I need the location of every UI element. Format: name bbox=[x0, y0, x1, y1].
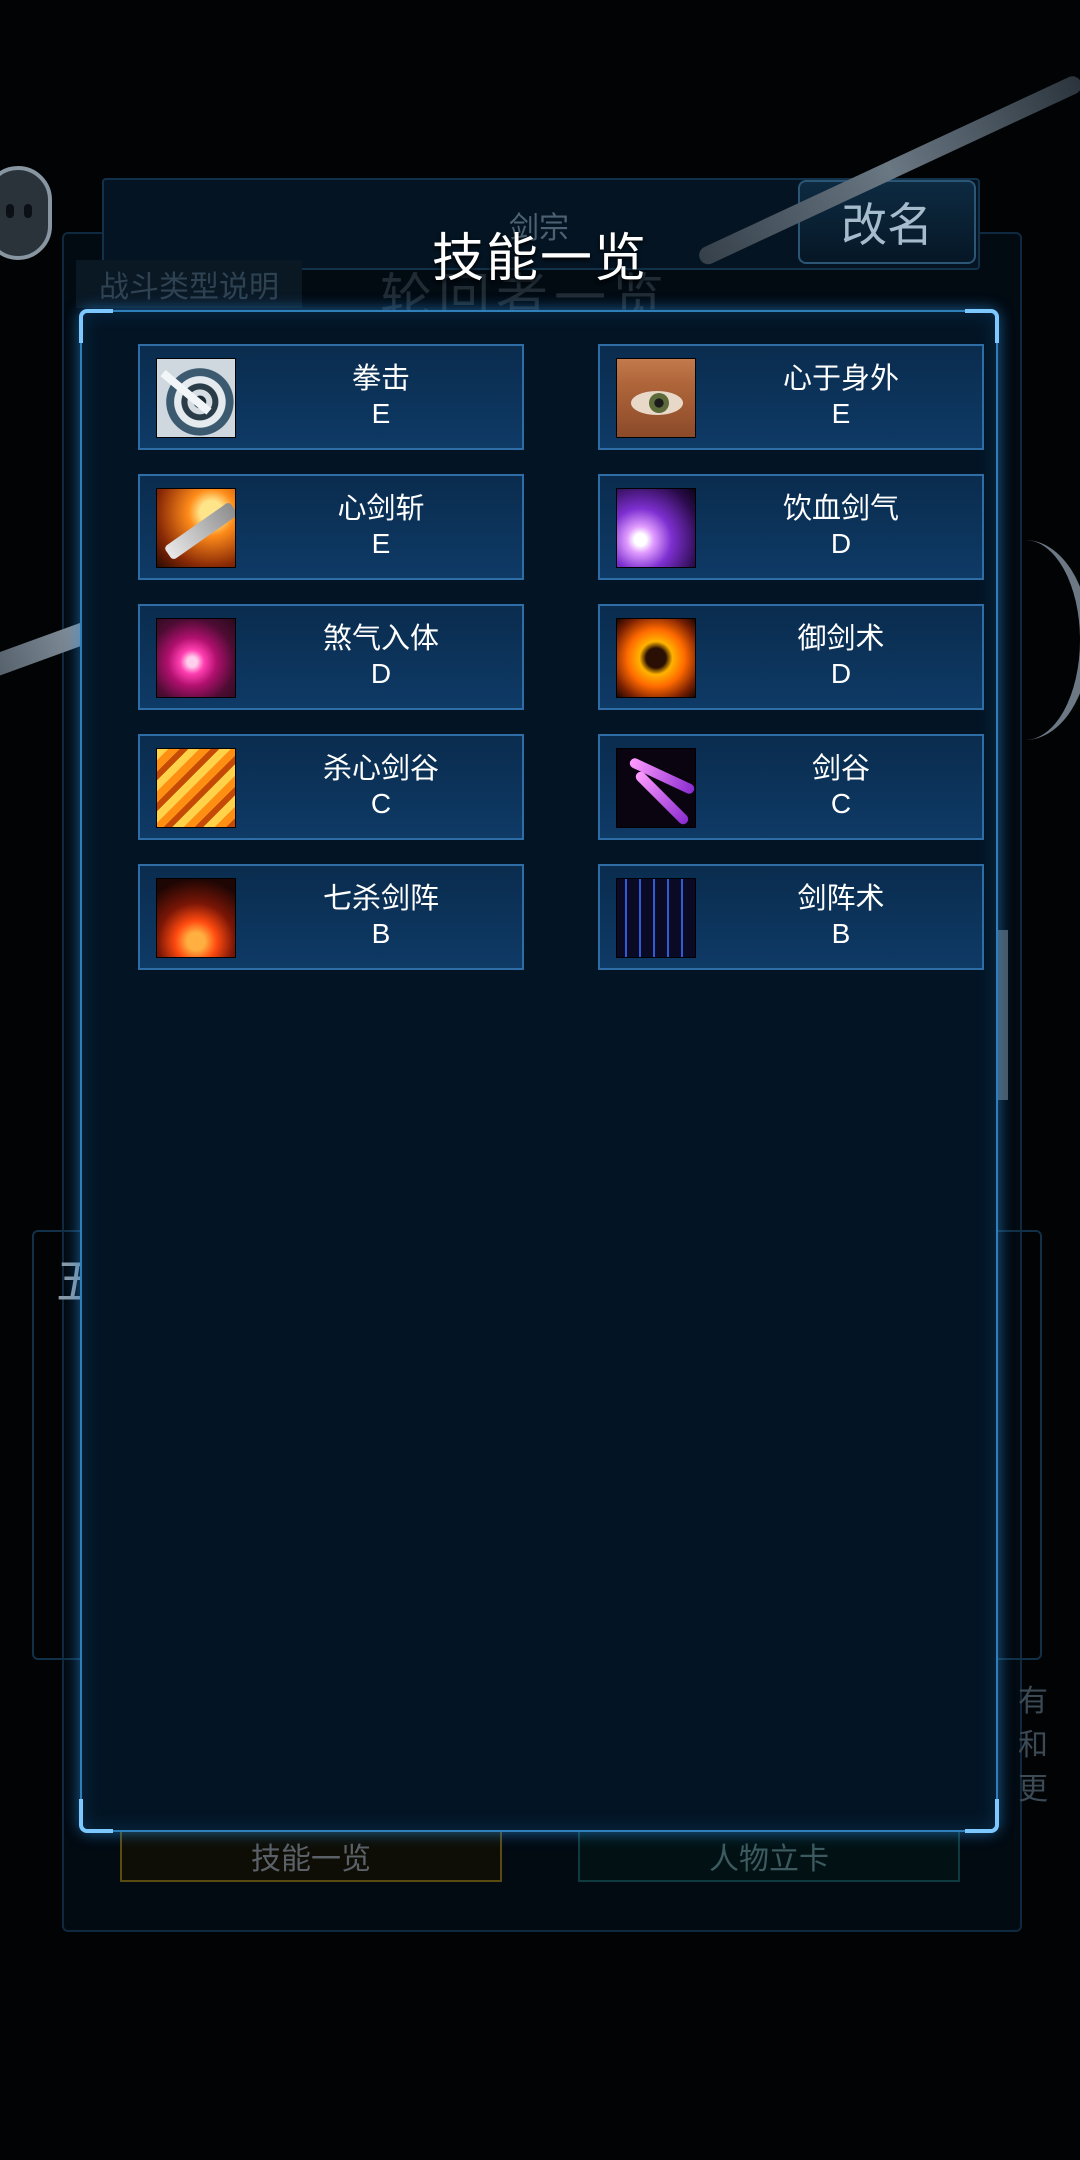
skill-name: 心于身外 bbox=[782, 361, 899, 395]
skill-grade: C bbox=[370, 788, 392, 819]
skill-card[interactable]: 七杀剑阵 B bbox=[138, 864, 524, 970]
skill-card[interactable]: 饮血剑气 D bbox=[598, 474, 984, 580]
skill-grade: E bbox=[371, 528, 391, 559]
modal-title: 技能一览 bbox=[431, 229, 648, 289]
eye-icon bbox=[616, 358, 696, 438]
skill-name: 饮血剑气 bbox=[782, 491, 899, 525]
lava-icon bbox=[156, 878, 236, 958]
sword-array-icon bbox=[616, 878, 696, 958]
skill-card[interactable]: 心剑斩 E bbox=[138, 474, 524, 580]
skill-grade: B bbox=[371, 918, 391, 949]
skill-name: 杀心剑谷 bbox=[322, 751, 439, 785]
skill-name: 剑谷 bbox=[811, 751, 870, 785]
skill-name: 心剑斩 bbox=[337, 491, 425, 525]
skill-grade: D bbox=[830, 658, 852, 689]
side-text: 有和更 bbox=[1018, 1684, 1048, 1807]
purple-claws-icon bbox=[616, 748, 696, 828]
character-card-button[interactable]: 人物立卡 bbox=[578, 1830, 960, 1882]
target-icon bbox=[156, 358, 236, 438]
skill-grade: C bbox=[830, 788, 852, 819]
corner-decoration bbox=[965, 309, 999, 343]
skill-grade: E bbox=[371, 398, 391, 429]
skill-card[interactable]: 煞气入体 D bbox=[138, 604, 524, 710]
skill-grade: B bbox=[831, 918, 851, 949]
skill-list-modal: 拳击 E 心于身外 E 心剑斩 E 饮血剑气 D 煞气入体 D 御剑术 D 杀心… bbox=[79, 309, 999, 1833]
flaming-blade-icon bbox=[156, 488, 236, 568]
skill-list-button[interactable]: 技能一览 bbox=[120, 1830, 502, 1882]
skill-grade: E bbox=[831, 398, 851, 429]
corner-decoration bbox=[79, 309, 113, 343]
skill-name: 煞气入体 bbox=[322, 621, 439, 655]
skill-name: 七杀剑阵 bbox=[322, 881, 439, 915]
skill-name: 拳击 bbox=[351, 361, 410, 395]
skill-grid: 拳击 E 心于身外 E 心剑斩 E 饮血剑气 D 煞气入体 D 御剑术 D 杀心… bbox=[138, 344, 984, 970]
skill-grade: D bbox=[830, 528, 852, 559]
fire-streaks-icon bbox=[156, 748, 236, 828]
skill-card[interactable]: 剑阵术 B bbox=[598, 864, 984, 970]
flame-silhouette-icon bbox=[616, 618, 696, 698]
skill-card[interactable]: 心于身外 E bbox=[598, 344, 984, 450]
modal-empty-area bbox=[82, 992, 996, 1812]
purple-slash-icon bbox=[616, 488, 696, 568]
skill-card[interactable]: 剑谷 C bbox=[598, 734, 984, 840]
game-screen: 剑宗 改名 战斗类型说明 轮回者一览 五 有和更 技能一览 人物立卡 技能一览 … bbox=[0, 0, 1080, 2160]
skill-card[interactable]: 杀心剑谷 C bbox=[138, 734, 524, 840]
skill-card[interactable]: 拳击 E bbox=[138, 344, 524, 450]
pink-orb-icon bbox=[156, 618, 236, 698]
skill-card[interactable]: 御剑术 D bbox=[598, 604, 984, 710]
skill-grade: D bbox=[370, 658, 392, 689]
skill-name: 剑阵术 bbox=[797, 881, 885, 915]
skill-name: 御剑术 bbox=[797, 621, 885, 655]
